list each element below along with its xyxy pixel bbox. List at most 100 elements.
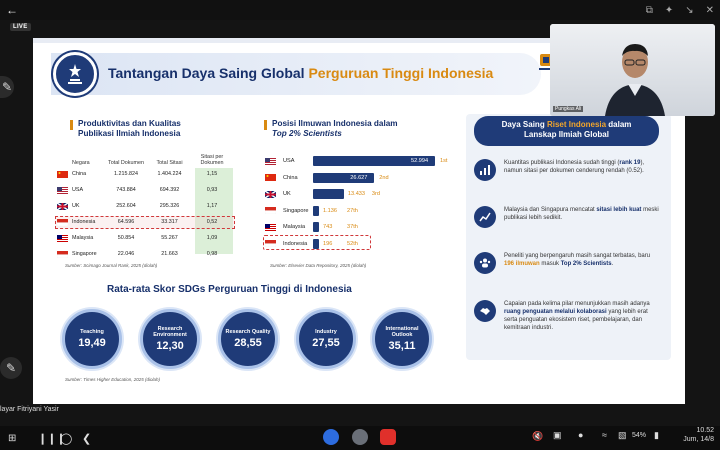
edit-side-icon[interactable]: ✎	[0, 76, 14, 98]
sdg-value: 19,49	[78, 337, 106, 350]
bar-row: China 26.627 2nd	[265, 170, 475, 186]
clock-time: 10.52	[696, 427, 714, 434]
nav-back-icon[interactable]: ❮	[82, 432, 91, 445]
app-grid-icon[interactable]: ⊞	[8, 433, 16, 444]
cell-cites: 694.392	[159, 187, 180, 193]
bar-row: UK 13.433 3rd	[265, 186, 475, 202]
sdg-circle-industry: Industry 27,55	[296, 309, 356, 369]
bar-rank-label: 1st	[440, 158, 448, 164]
sdg-label: Industry	[315, 328, 337, 335]
insight-item: Kuantitas publikasi Indonesia sudah ting…	[474, 159, 659, 199]
insight-text: Peneliti yang berpengaruh masih sangat t…	[504, 252, 659, 268]
people-icon	[474, 252, 496, 274]
bar-rank-label: 52th	[347, 240, 358, 247]
bar-chart-icon	[474, 159, 496, 181]
publication-table: Negara Total Dokumen Total Sitasi Sitasi…	[57, 148, 237, 262]
insight-text: Malaysia dan Singapura mencatat sitasi l…	[504, 206, 659, 222]
meeting-screen: ← ⧉ ✦ ↘ ✕ LIVE ✎ ✎ Tantangan Daya Saing …	[0, 0, 720, 450]
malaysia-flag-icon	[265, 223, 276, 231]
back-arrow-icon[interactable]: ←	[6, 3, 20, 17]
insight-text-part: Capaian pada kelima pilar menunjukkan ma…	[504, 301, 650, 307]
cell-cites: 21.663	[161, 251, 178, 257]
indonesia-flag-icon	[265, 240, 276, 247]
right-panel-title: Daya Saing Riset Indonesia dalam Lanskap…	[474, 116, 659, 146]
sdg-label: International Outlook	[385, 325, 419, 338]
close-icon[interactable]: ✕	[706, 5, 714, 16]
cell-docs: 1.215.824	[114, 171, 138, 177]
insight-bold: Top 2% Scientists	[560, 261, 612, 268]
bar-value-label: 26.627	[350, 174, 368, 181]
bar-value-label: 196	[323, 240, 333, 247]
cell-ratio: 1,17	[206, 203, 218, 209]
monument-logo-icon	[53, 52, 97, 96]
bar-row: Indonesia 196 52th	[265, 236, 475, 252]
bar-heading-line2: Top 2% Scientists	[272, 128, 342, 138]
insight-text: Capaian pada kelima pilar menunjukkan ma…	[504, 300, 659, 332]
table-heading: Produktivitas dan Kualitas Publikasi Ilm…	[70, 119, 181, 139]
sdg-value: 35,11	[388, 340, 416, 353]
zoom-app-icon[interactable]	[323, 429, 339, 445]
cell-cites: 1.404.224	[157, 171, 182, 177]
table-heading-line1: Produktivitas dan Kualitas	[78, 119, 181, 128]
rp-title-line2: Lanskap Ilmiah Global	[524, 130, 609, 140]
bar-category-label: UK	[283, 191, 291, 197]
home-icon[interactable]: ◯	[60, 432, 72, 445]
title-main: Tantangan Daya Saing Global	[108, 65, 305, 81]
signal-icon: ▧	[618, 430, 627, 440]
table-heading-line2: Publikasi Ilmiah Indonesia	[78, 128, 181, 138]
cell-country: USA	[72, 187, 84, 193]
pin-icon[interactable]: ✦	[665, 5, 673, 16]
clock: 10.52 Jum, 14/8	[683, 427, 714, 445]
table-source: Sumber: Scimago Journal Rank, 2025 (diol…	[65, 263, 158, 268]
rp-title-a: Daya Saing	[501, 120, 547, 129]
col-header-docs: Total Dokumen	[108, 160, 144, 166]
cell-country: Malaysia	[72, 235, 94, 241]
bar-rank-label: 2nd	[379, 174, 389, 181]
cell-country: Singapore	[72, 251, 97, 257]
bar-heading-line1: Posisi Ilmuwan Indonesia dalam	[272, 119, 398, 128]
bar-mark	[313, 189, 344, 199]
screen-capture-icon[interactable]: ▣	[553, 430, 562, 441]
insight-item: Peneliti yang berpengaruh masih sangat t…	[474, 252, 659, 292]
insight-text-part: .	[611, 261, 614, 268]
youtube-app-icon[interactable]	[380, 429, 396, 445]
table-header: Negara Total Dokumen Total Sitasi Sitasi…	[57, 148, 237, 166]
sdg-label: Research Environment	[153, 325, 187, 338]
insight-text-part: Peneliti yang berpengaruh masih sangat t…	[504, 253, 651, 259]
share-icon[interactable]: ⧉	[646, 5, 653, 16]
mute-icon[interactable]: 🔇	[532, 431, 543, 442]
speaker-video-tile[interactable]: Pungkas Ali	[550, 24, 715, 116]
rp-title-highlight: Riset Indonesia	[546, 120, 607, 129]
cell-country: UK	[72, 203, 80, 209]
sdg-label: Research Quality	[225, 328, 271, 335]
insight-text-part: masuk	[539, 261, 561, 268]
cell-cites: 33.317	[161, 219, 178, 225]
cell-ratio: 0,98	[206, 251, 218, 257]
table-row: UK 252.604 295.326 1,17	[57, 198, 237, 214]
table-body: China 1.215.824 1.404.224 1,15 USA 743.8…	[57, 166, 237, 262]
china-flag-icon	[57, 170, 72, 178]
insight-bold: ruang penguatan melalui kolaborasi	[504, 309, 607, 316]
title-highlight: Perguruan Tinggi Indonesia	[308, 65, 494, 81]
insight-bold: rank 19	[619, 160, 641, 166]
table-row: Indonesia 64.596 33.317 0,52	[57, 214, 237, 230]
bar-row: Singapore 1.136 27th	[265, 203, 475, 219]
clock-date: Jum, 14/8	[683, 435, 714, 443]
usa-flag-icon	[57, 186, 72, 194]
sdg-circle-research-environment: Research Environment 12,30	[140, 309, 200, 369]
bar-row: USA 52.994 1st	[265, 153, 475, 169]
annotate-button[interactable]: ✎	[0, 357, 22, 379]
bar-category-label: China	[283, 174, 298, 181]
sdg-circle-international-outlook: International Outlook 35,11	[372, 309, 432, 369]
settings-app-icon[interactable]	[352, 429, 368, 445]
uk-flag-icon	[57, 202, 72, 210]
insight-bold: sitasi lebih kuat	[596, 207, 642, 213]
table-row: Singapore 22.046 21.663 0,98	[57, 246, 237, 262]
sdg-value: 27,55	[312, 337, 340, 350]
heading-accent	[70, 120, 73, 130]
bar-row: Malaysia 743 37th	[265, 219, 475, 235]
cell-cites: 55.267	[161, 235, 178, 241]
sdg-source: Sumber: Times Higher Education, 2025 (di…	[65, 377, 161, 382]
minimize-icon[interactable]: ↘	[685, 5, 693, 16]
top-bar: ← ⧉ ✦ ↘ ✕	[0, 0, 720, 20]
